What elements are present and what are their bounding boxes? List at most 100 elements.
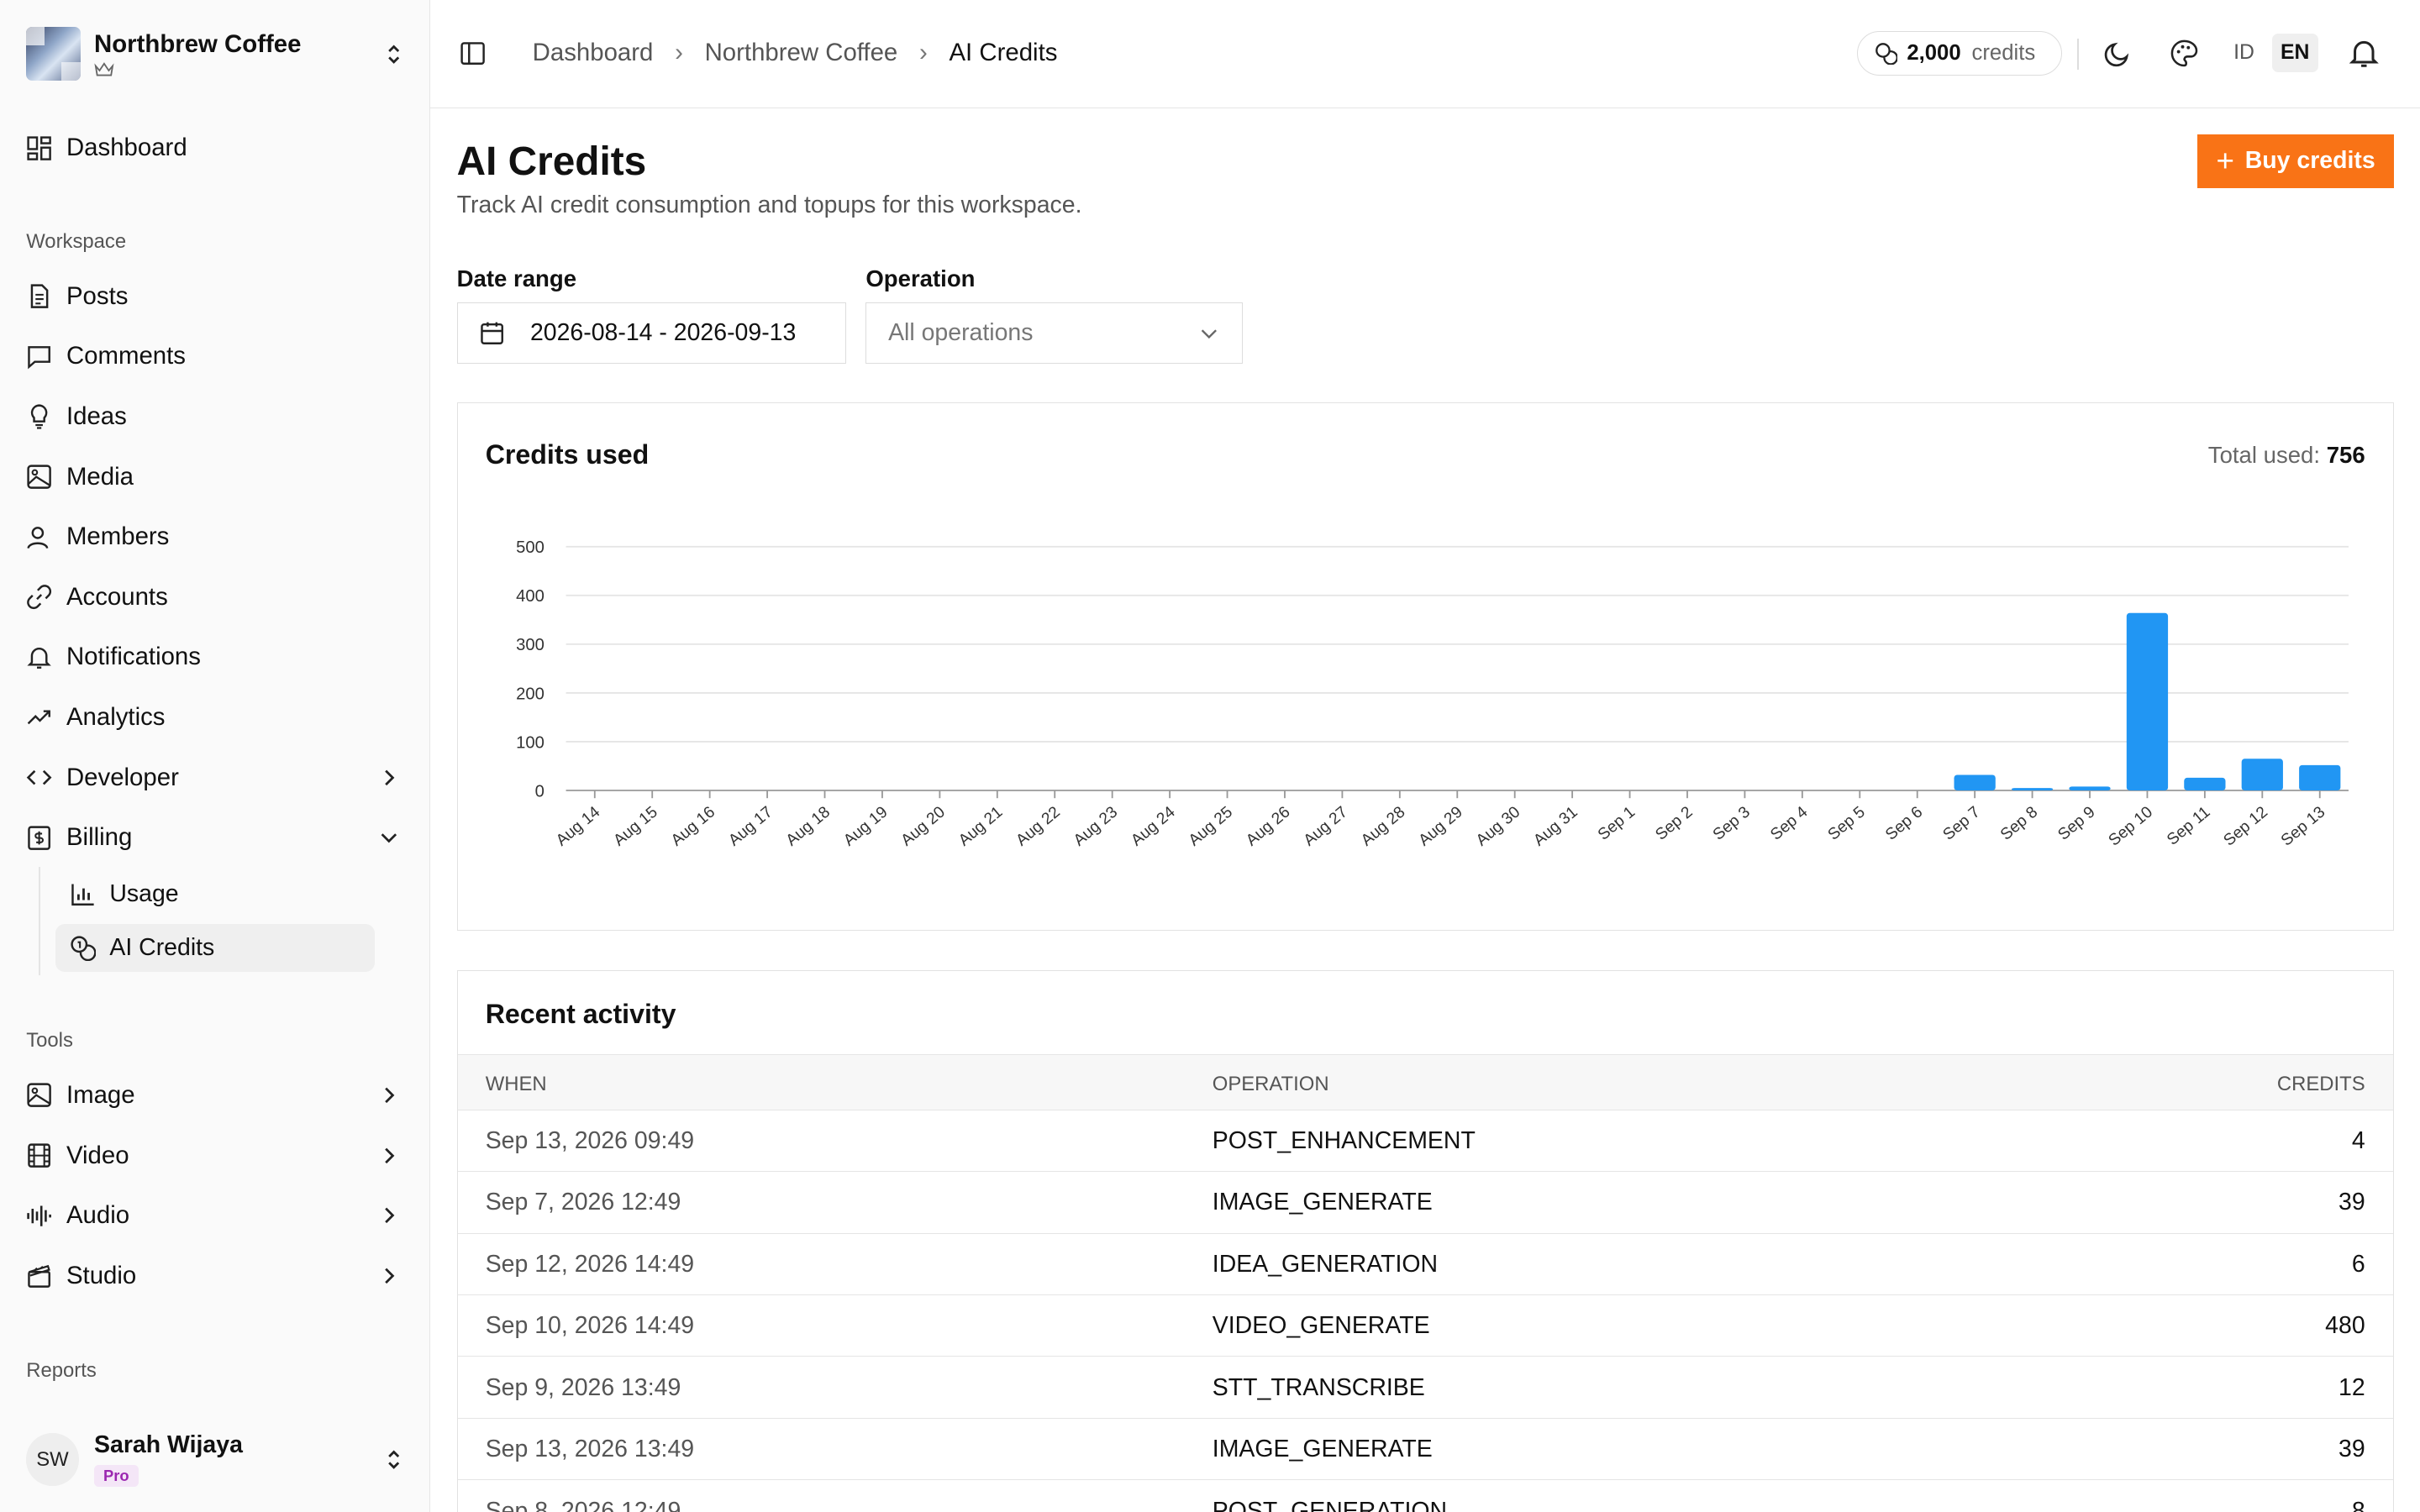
cell-when: Sep 13, 2026 09:49 xyxy=(485,1126,695,1154)
lang-id-button[interactable]: ID xyxy=(2227,34,2260,72)
moon-icon[interactable] xyxy=(2103,39,2133,68)
date-range-value: 2026-08-14 - 2026-09-13 xyxy=(529,319,797,347)
bell-icon[interactable] xyxy=(2348,37,2381,70)
nav-billing[interactable]: Billing xyxy=(26,816,406,859)
lightbulb-icon xyxy=(31,404,48,429)
nav-developer[interactable]: Developer xyxy=(26,756,406,799)
x-tick-label: Aug 27 xyxy=(1300,804,1350,850)
date-range-picker[interactable]: 2026-08-14 - 2026-09-13 xyxy=(456,302,846,365)
bar xyxy=(2298,765,2341,791)
nav-label: Developer xyxy=(66,763,179,791)
nav-media[interactable]: Media xyxy=(26,455,406,498)
nav-label: Ideas xyxy=(66,402,127,430)
nav-label: Video xyxy=(66,1141,129,1169)
workspace-switcher[interactable]: Northbrew Coffee xyxy=(26,24,406,83)
nav-tool-video[interactable]: Video xyxy=(26,1134,406,1177)
nav-analytics[interactable]: Analytics xyxy=(26,696,406,738)
x-tick-label: Aug 23 xyxy=(1071,804,1121,850)
x-tick-label: Sep 8 xyxy=(1997,804,2041,844)
submenu-line xyxy=(38,867,40,975)
nav-members[interactable]: Members xyxy=(26,515,406,558)
buy-credits-label: Buy credits xyxy=(2244,147,2375,175)
page-title: AI Credits xyxy=(456,139,647,185)
breadcrumb-separator-icon: › xyxy=(918,38,928,66)
user-name: Sarah Wijaya xyxy=(94,1431,243,1458)
breadcrumb-separator-icon: › xyxy=(675,38,683,66)
y-tick-label: 500 xyxy=(516,539,544,558)
nav-label: Studio xyxy=(66,1261,137,1289)
chevron-down-icon xyxy=(381,833,397,843)
nav-label: Audio xyxy=(66,1201,130,1230)
cell-credits: 39 xyxy=(2338,1189,2365,1216)
credits-value: 2,000 xyxy=(1907,40,1961,65)
credits-balance[interactable]: 2,000 credits xyxy=(1856,30,2062,76)
nav-posts[interactable]: Posts xyxy=(26,275,406,318)
divider xyxy=(2077,38,2080,70)
cell-credits: 39 xyxy=(2338,1436,2365,1463)
cell-operation: POST_ENHANCEMENT xyxy=(1212,1126,1476,1154)
breadcrumb: Dashboard › Northbrew Coffee › AI Credit… xyxy=(533,39,1058,67)
chevron-right-icon xyxy=(385,769,395,785)
nav-dashboard[interactable]: Dashboard xyxy=(26,127,406,170)
cell-credits: 12 xyxy=(2338,1373,2365,1401)
nav-usage[interactable]: Usage xyxy=(55,870,375,918)
image-icon xyxy=(27,1083,52,1108)
coins-icon xyxy=(71,936,96,962)
document-icon xyxy=(30,284,49,308)
breadcrumb-workspace[interactable]: Northbrew Coffee xyxy=(705,39,898,67)
code-icon xyxy=(26,769,52,785)
nav-ai-credits[interactable]: AI Credits xyxy=(55,924,376,973)
bar xyxy=(2126,613,2168,791)
bell-icon xyxy=(27,647,52,669)
bar-chart-icon xyxy=(71,884,94,906)
bar xyxy=(1954,774,1996,791)
x-tick-label: Sep 9 xyxy=(2054,804,2098,844)
buy-credits-button[interactable]: + Buy credits xyxy=(2197,134,2394,189)
clapperboard-icon xyxy=(28,1265,51,1289)
x-tick-label: Aug 14 xyxy=(553,803,603,850)
nav-ideas[interactable]: Ideas xyxy=(26,395,406,438)
sidebar-toggle-icon[interactable] xyxy=(460,40,486,66)
chevron-down-icon xyxy=(1201,329,1218,339)
nav-label: AI Credits xyxy=(109,934,215,962)
chevrons-up-down-icon xyxy=(387,1450,399,1469)
main-content: Dashboard › Northbrew Coffee › AI Credit… xyxy=(430,0,2420,1512)
cell-operation: IMAGE_GENERATE xyxy=(1212,1189,1433,1216)
x-tick-label: Sep 2 xyxy=(1652,804,1696,844)
x-tick-label: Aug 28 xyxy=(1358,804,1408,850)
sidebar: Northbrew Coffee Dashboard Workspace Pos… xyxy=(0,0,431,1512)
palette-icon[interactable] xyxy=(2170,39,2199,68)
nav-tool-image[interactable]: Image xyxy=(26,1074,406,1116)
x-tick-label: Sep 3 xyxy=(1710,804,1754,844)
image-icon xyxy=(27,465,52,489)
bar xyxy=(2183,778,2226,791)
operation-select[interactable]: All operations xyxy=(865,302,1243,365)
nav-comments[interactable]: Comments xyxy=(26,335,406,378)
crown-icon xyxy=(94,61,114,76)
nav-tool-audio[interactable]: Audio xyxy=(26,1194,406,1237)
plus-icon: + xyxy=(2216,143,2234,178)
section-workspace: Workspace xyxy=(26,229,127,253)
lang-en-button[interactable]: EN xyxy=(2271,34,2318,73)
receipt-dollar-icon xyxy=(28,826,51,850)
x-tick-label: Sep 11 xyxy=(2164,804,2213,849)
nav-accounts[interactable]: Accounts xyxy=(26,575,406,618)
y-tick-label: 100 xyxy=(516,734,544,753)
breadcrumb-dashboard[interactable]: Dashboard xyxy=(533,39,654,67)
nav-notifications[interactable]: Notifications xyxy=(26,636,406,679)
x-tick-label: Aug 22 xyxy=(1013,804,1063,850)
link-icon xyxy=(27,585,52,610)
table-row: Sep 9, 2026 13:49 STT_TRANSCRIBE 12 xyxy=(457,1357,2393,1419)
x-tick-label: Aug 30 xyxy=(1473,804,1523,850)
y-tick-label: 200 xyxy=(516,685,544,704)
credits-bar-chart: 0 100 200 300 400 500 Aug 14 Aug 15 Aug 16 Aug 17… xyxy=(516,539,2349,850)
calendar-icon xyxy=(481,322,504,345)
user-menu[interactable]: SW Sarah Wijaya Pro xyxy=(26,1429,406,1490)
y-tick-label: 400 xyxy=(516,588,544,606)
y-tick-label: 300 xyxy=(516,637,544,655)
cell-credits: 6 xyxy=(2351,1250,2365,1278)
chevrons-up-down-icon xyxy=(387,45,399,64)
x-tick-label: Aug 19 xyxy=(840,804,891,850)
nav-tool-studio[interactable]: Studio xyxy=(26,1254,406,1297)
cell-when: Sep 8, 2026 12:49 xyxy=(485,1497,681,1512)
